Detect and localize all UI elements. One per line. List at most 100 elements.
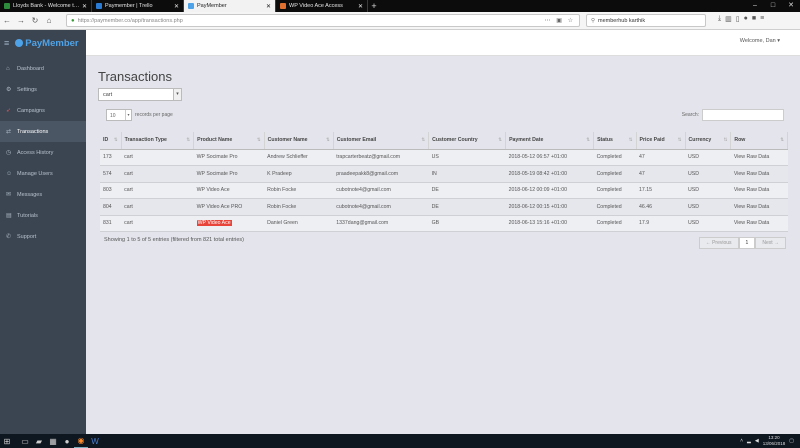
forward-icon[interactable]: → bbox=[14, 14, 28, 28]
sidebar-item-settings[interactable]: ⚙ Settings bbox=[0, 79, 86, 100]
search-input[interactable] bbox=[702, 109, 784, 121]
table-cell[interactable]: View Raw Data bbox=[730, 198, 788, 216]
table-cell: WP Socimate Pro bbox=[193, 165, 265, 183]
library-icon[interactable]: ▥ bbox=[725, 15, 732, 23]
column-header[interactable]: Customer Country ⇅ bbox=[428, 132, 507, 150]
reload-icon[interactable]: ↻ bbox=[28, 14, 42, 28]
close-icon[interactable]: ✕ bbox=[782, 0, 800, 12]
view-raw-data-link[interactable]: View Raw Data bbox=[734, 204, 769, 210]
close-tab-icon[interactable]: ✕ bbox=[266, 3, 271, 10]
column-header[interactable]: Payment Date ⇅ bbox=[505, 132, 595, 150]
view-raw-data-link[interactable]: View Raw Data bbox=[734, 187, 769, 193]
back-icon[interactable]: ← bbox=[0, 14, 14, 28]
sidebar-item-support[interactable]: ✆ Support bbox=[0, 226, 86, 247]
sidebar-item-tutorials[interactable]: ▤ Tutorials bbox=[0, 205, 86, 226]
view-raw-data-link[interactable]: View Raw Data bbox=[734, 154, 769, 160]
previous-button[interactable]: ← Previous bbox=[698, 237, 739, 249]
app-circle-icon[interactable]: ● bbox=[60, 434, 74, 448]
clock[interactable]: 13:20 13/06/2018 bbox=[763, 435, 786, 447]
sort-icon: ⇅ bbox=[421, 137, 426, 143]
sidebar-item-messages[interactable]: ✉ Messages bbox=[0, 184, 86, 205]
column-header[interactable]: Currency ⇅ bbox=[685, 132, 732, 150]
table-cell: 46.46 bbox=[636, 198, 686, 216]
table-cell[interactable]: View Raw Data bbox=[730, 149, 788, 166]
logo-mark-icon bbox=[15, 39, 24, 47]
folder-icon[interactable]: ▰ bbox=[32, 434, 46, 448]
table-cell: praadeepakk8@gmail.com bbox=[333, 165, 429, 183]
table-cell: cubotnote4@gmail.com bbox=[333, 198, 429, 216]
sidebar-header: ≡ PayMember bbox=[0, 30, 86, 56]
cell-value: DE bbox=[431, 187, 439, 194]
file-explorer-icon[interactable]: ▭ bbox=[18, 434, 32, 448]
browser-tab[interactable]: PayMember ✕ bbox=[184, 0, 276, 12]
column-header[interactable]: Transaction Type ⇅ bbox=[121, 132, 195, 150]
close-tab-icon[interactable]: ✕ bbox=[358, 3, 363, 10]
cell-value: Andrew Schlieffer bbox=[267, 154, 308, 161]
sidebar-icon[interactable]: ▯ bbox=[736, 15, 740, 23]
table-cell: 17.15 bbox=[636, 182, 686, 199]
sidebar-item-transactions[interactable]: ⇄ Transactions bbox=[0, 121, 86, 142]
firefox-icon[interactable]: ◉ bbox=[74, 434, 88, 448]
calculator-icon[interactable]: ▦ bbox=[46, 434, 60, 448]
hamburger-icon[interactable]: ≡ bbox=[4, 38, 9, 48]
page-1-button[interactable]: 1 bbox=[738, 237, 756, 249]
table-cell: USD bbox=[685, 165, 731, 183]
browser-tab[interactable]: Paymember | Trello ✕ bbox=[92, 0, 184, 12]
sort-icon: ⇅ bbox=[586, 137, 591, 143]
table-cell: cart bbox=[121, 182, 194, 199]
chevron-up-icon[interactable]: ˄ bbox=[740, 438, 743, 444]
sidebar-item-dashboard[interactable]: ⌂ Dashboard bbox=[0, 58, 86, 79]
view-raw-data-link[interactable]: View Raw Data bbox=[734, 220, 769, 226]
per-page-select[interactable]: 10 ▾ bbox=[106, 109, 132, 121]
download-icon[interactable]: ⤓ bbox=[718, 15, 721, 23]
cell-value: 17.9 bbox=[639, 220, 650, 227]
extension-icon[interactable]: ● bbox=[744, 15, 748, 23]
windows-start-icon[interactable]: ⊞ bbox=[0, 434, 14, 448]
table-cell[interactable]: View Raw Data bbox=[730, 165, 788, 183]
welcome-menu[interactable]: Welcome, Dan ▾ bbox=[740, 38, 780, 44]
table-cell: Completed bbox=[593, 182, 637, 199]
network-icon[interactable]: ▂ bbox=[747, 438, 751, 444]
notification-icon[interactable]: ▢ bbox=[789, 438, 794, 444]
column-header[interactable]: Customer Email ⇅ bbox=[333, 132, 430, 150]
app-logo[interactable]: PayMember bbox=[15, 38, 79, 49]
menu-icon[interactable]: ≡ bbox=[760, 15, 764, 23]
column-header[interactable]: Price Paid ⇅ bbox=[636, 132, 686, 150]
browser-tab[interactable]: Lloyds Bank - Welcome to Onl ✕ bbox=[0, 0, 92, 12]
minimize-icon[interactable]: – bbox=[746, 0, 764, 12]
browser-tab[interactable]: WP Video Ace Access ✕ bbox=[276, 0, 368, 12]
sort-icon: ⇅ bbox=[256, 137, 261, 143]
table-row: 804 cart WP Video Ace PRO Robin Focke cubotn… bbox=[100, 198, 788, 216]
cell-value: WP Video Ace bbox=[196, 187, 230, 194]
transaction-type-filter[interactable]: cart ▾ bbox=[98, 88, 182, 101]
view-raw-data-link[interactable]: View Raw Data bbox=[734, 171, 769, 177]
column-header[interactable]: Product Name ⇅ bbox=[193, 132, 265, 150]
cell-value: 173 bbox=[103, 154, 112, 161]
close-tab-icon[interactable]: ✕ bbox=[174, 3, 179, 10]
url-bar[interactable]: ● https://paymember.co/app/transactions.… bbox=[66, 14, 580, 27]
volume-icon[interactable]: ◀ bbox=[755, 438, 759, 444]
next-button[interactable]: Next → bbox=[755, 237, 786, 249]
column-header[interactable]: Row ⇅ bbox=[730, 132, 788, 150]
sidebar-item-access-history[interactable]: ◷ Access History bbox=[0, 142, 86, 163]
table-cell[interactable]: View Raw Data bbox=[730, 215, 788, 232]
sidebar-item-campaigns[interactable]: ➶ Campaigns bbox=[0, 100, 86, 121]
sidebar-item-manage-users[interactable]: ☺ Manage Users bbox=[0, 163, 86, 184]
cell-value: cart bbox=[124, 187, 133, 194]
maximize-icon[interactable]: □ bbox=[764, 0, 782, 12]
browser-search-input[interactable]: ⚲ memberhub karthik bbox=[586, 14, 706, 27]
column-header[interactable]: ID ⇅ bbox=[100, 132, 122, 150]
transactions-table: ID ⇅ Transaction Type ⇅ Product Name ⇅ Custome… bbox=[100, 132, 788, 232]
cell-value: 2018-05-19 08:42 +01:00 bbox=[508, 170, 567, 177]
column-header[interactable]: Status ⇅ bbox=[593, 132, 637, 150]
new-tab-icon[interactable]: + bbox=[368, 0, 380, 12]
url-actions-icon[interactable]: ⋯ ▣ ☆ bbox=[545, 17, 575, 24]
word-icon[interactable]: W bbox=[88, 434, 102, 448]
per-page-value: 10 bbox=[110, 113, 116, 119]
column-label: ID bbox=[103, 137, 109, 144]
table-cell[interactable]: View Raw Data bbox=[730, 182, 788, 199]
column-header[interactable]: Customer Name ⇅ bbox=[264, 132, 334, 150]
lastpass-icon[interactable]: ■ bbox=[752, 15, 756, 23]
home-icon[interactable]: ⌂ bbox=[42, 14, 56, 28]
close-tab-icon[interactable]: ✕ bbox=[82, 3, 87, 10]
